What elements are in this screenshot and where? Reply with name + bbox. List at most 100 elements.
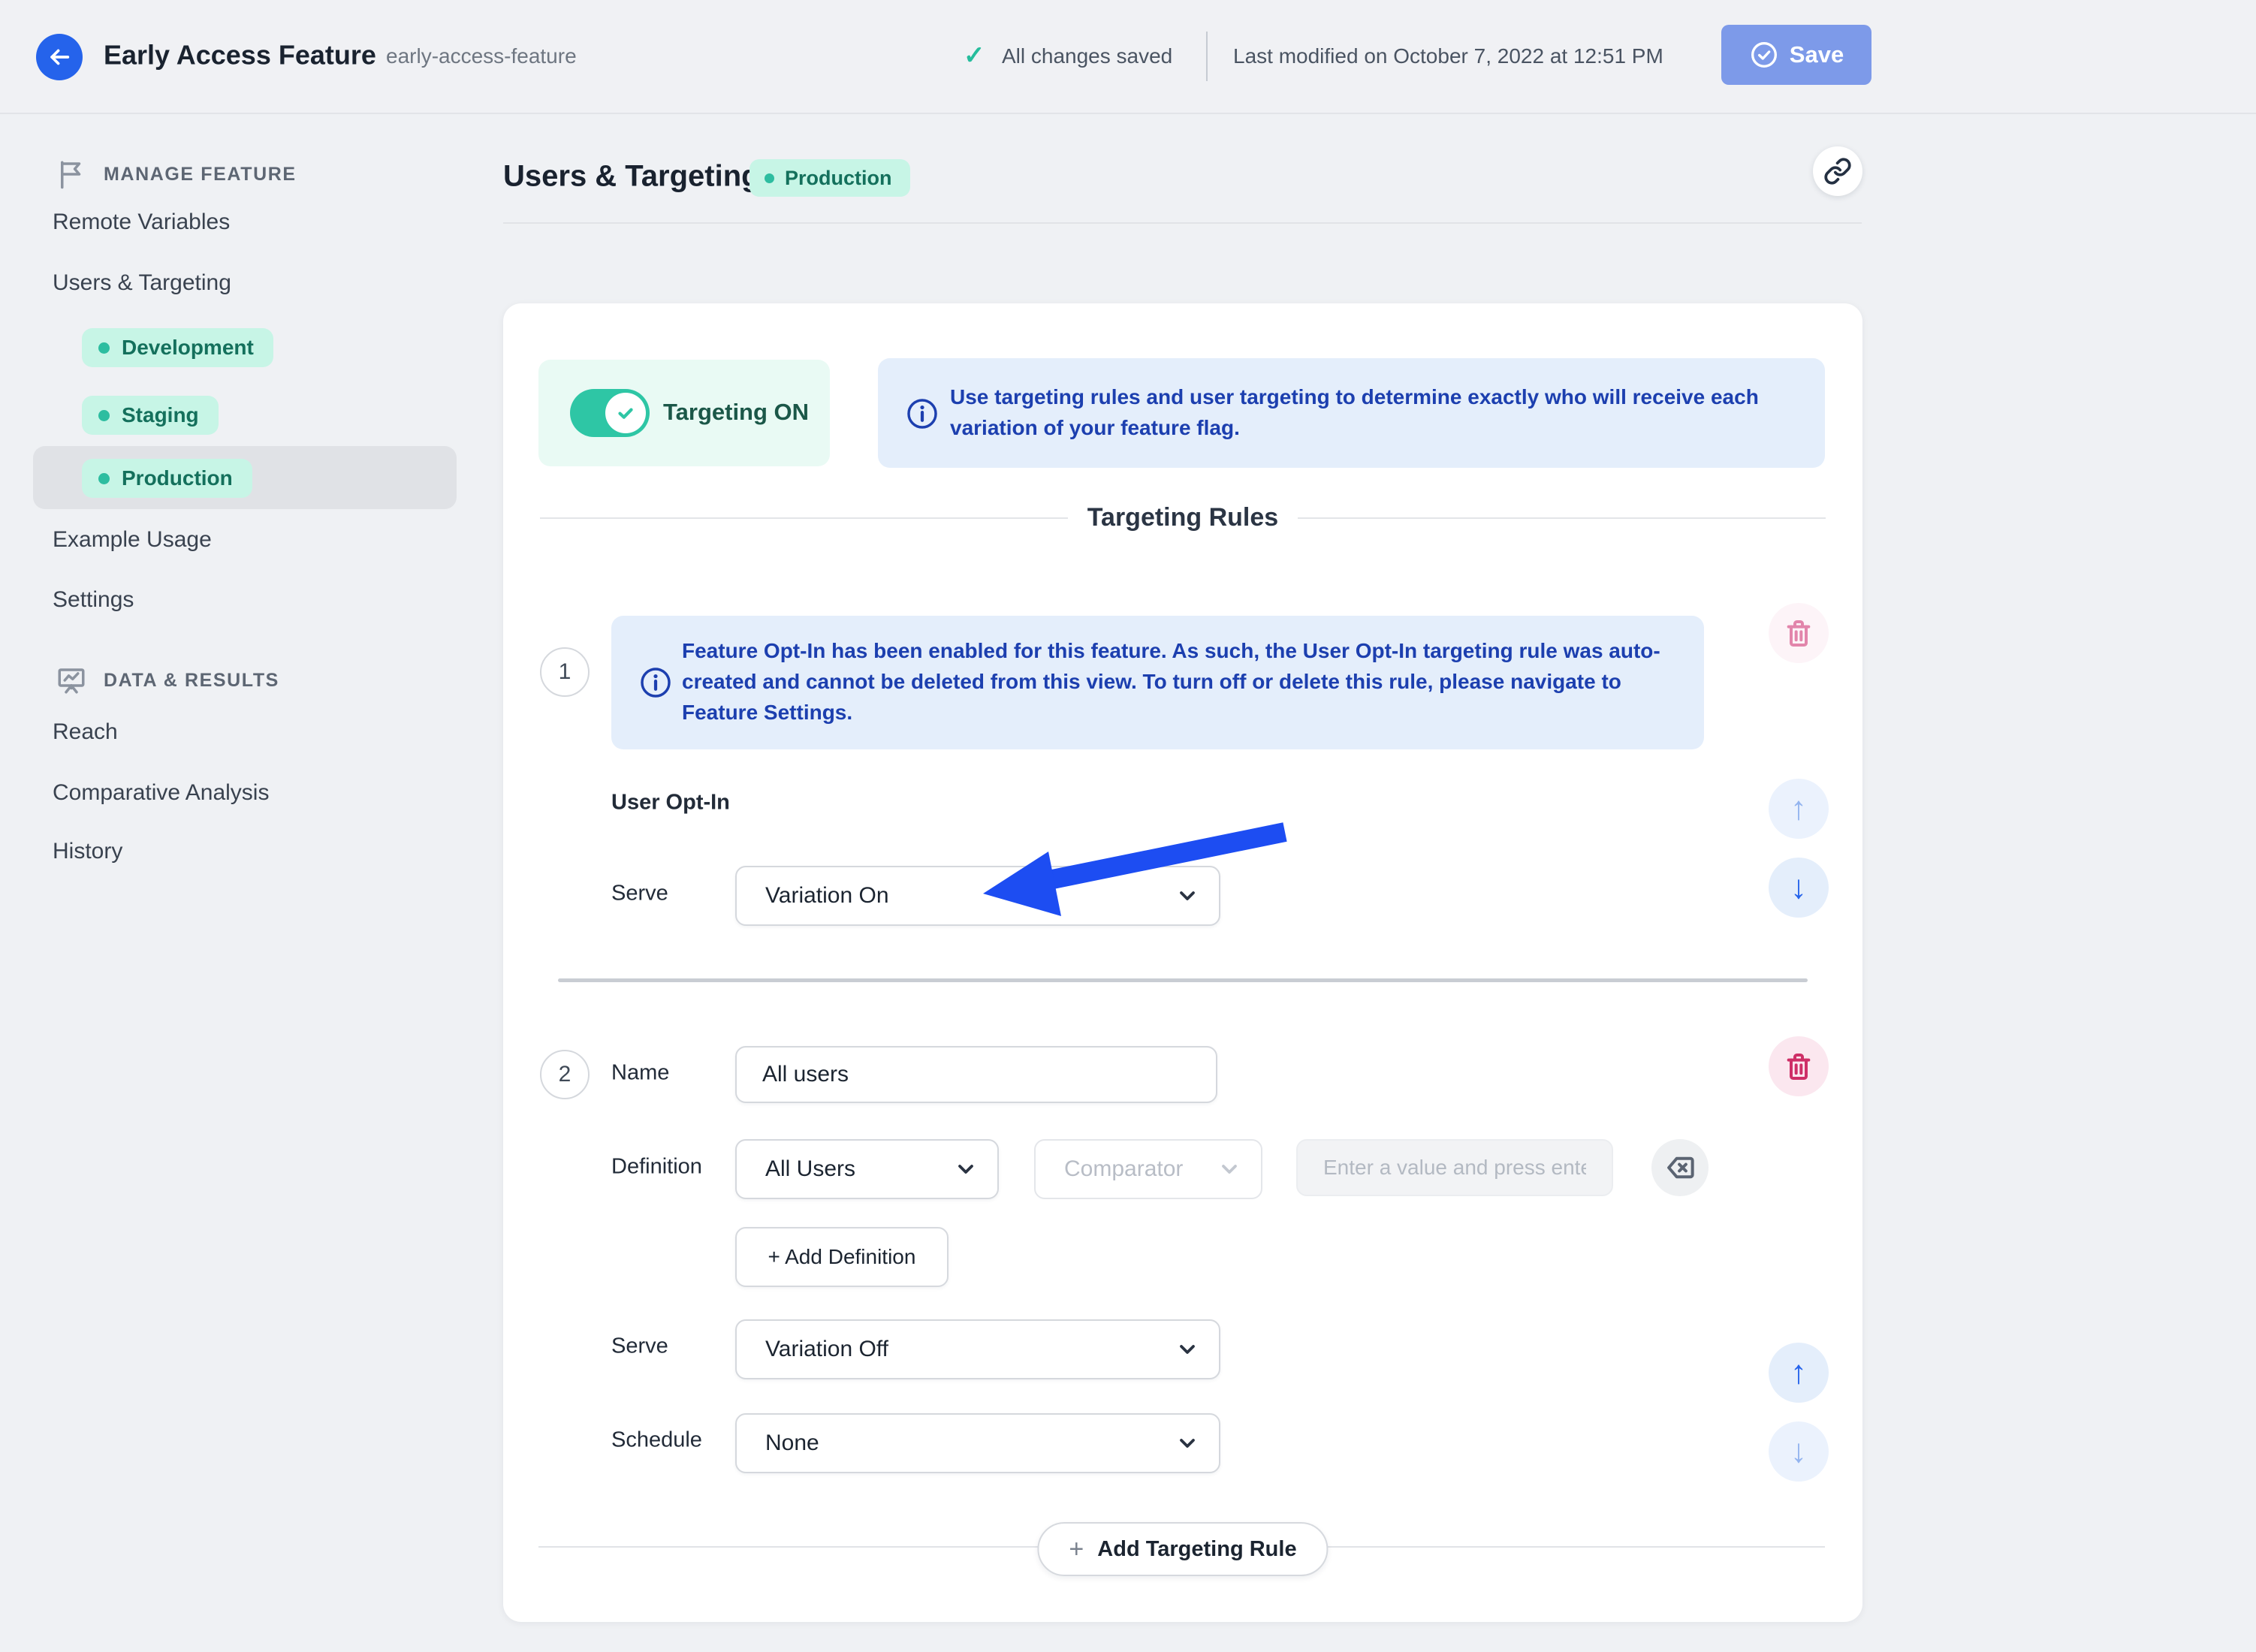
rule2-move-down-button[interactable]: ↓ [1769, 1421, 1829, 1482]
feature-title: Early Access Feature [104, 39, 376, 71]
save-label: Save [1789, 41, 1844, 68]
rule2-value-input [1296, 1139, 1613, 1196]
save-button[interactable]: Save [1721, 25, 1871, 85]
link-icon [1824, 158, 1851, 185]
rule2-clear-definition-button[interactable] [1651, 1139, 1709, 1196]
rule2-serve-value: Variation Off [765, 1337, 888, 1361]
chevron-down-icon [1217, 1157, 1241, 1181]
targeting-info-box: Use targeting rules and user targeting t… [878, 358, 1825, 468]
plus-icon: + [1069, 1534, 1084, 1563]
rule1-move-up-button[interactable]: ↑ [1769, 779, 1829, 839]
chevron-down-icon [1175, 1337, 1199, 1361]
rule1-info-text: Feature Opt-In has been enabled for this… [682, 639, 1660, 724]
rule2-definition-value: All Users [765, 1156, 856, 1181]
rule1-move-down-button[interactable]: ↓ [1769, 858, 1829, 918]
add-targeting-rule-button[interactable]: + Add Targeting Rule [1037, 1522, 1329, 1576]
rule2-name-label: Name [611, 1060, 670, 1085]
chevron-down-icon [1175, 1431, 1199, 1455]
environment-badge-label: Production [785, 166, 892, 189]
arrow-up-icon: ↑ [1790, 790, 1807, 827]
rules-heading-text: Targeting Rules [1087, 503, 1279, 532]
manage-feature-label: MANAGE FEATURE [104, 163, 297, 185]
targeting-rules-heading: Targeting Rules [540, 503, 1826, 532]
trash-icon [1787, 1054, 1811, 1080]
targeting-toggle-label: Targeting ON [663, 399, 810, 425]
rule2-comparator-placeholder: Comparator [1064, 1156, 1184, 1181]
sidebar-item-history[interactable]: History [53, 839, 122, 864]
env-dot-icon [98, 472, 110, 484]
rule2-serve-label: Serve [611, 1334, 668, 1358]
info-icon [907, 399, 937, 429]
env-dot-icon [98, 409, 110, 421]
page-title: Users & Targeting [503, 159, 760, 193]
saved-check-icon: ✓ [964, 41, 985, 71]
add-definition-button[interactable]: + Add Definition [735, 1227, 949, 1287]
env-staging-label: Staging [122, 403, 199, 427]
chevron-down-icon [1175, 884, 1199, 908]
rules-heading-line [1298, 517, 1826, 519]
rule2-schedule-value: None [765, 1430, 819, 1455]
rule1-serve-value: Variation On [765, 883, 889, 908]
arrow-down-icon: ↓ [1790, 1433, 1807, 1470]
data-results-section: DATA & RESULTS [56, 664, 279, 697]
rule2-definition-dropdown[interactable]: All Users [735, 1139, 999, 1199]
sidebar-item-users-targeting[interactable]: Users & Targeting [53, 270, 231, 296]
toggle-knob [605, 393, 646, 433]
feature-slug: early-access-feature [386, 44, 577, 68]
rule1-name: User Opt-In [611, 790, 730, 815]
rule2-name-input[interactable] [735, 1046, 1217, 1103]
rule1-info-box: Feature Opt-In has been enabled for this… [611, 616, 1704, 749]
rule2-comparator-dropdown: Comparator [1034, 1139, 1262, 1199]
sidebar-item-comparative-analysis[interactable]: Comparative Analysis [53, 780, 269, 806]
env-development-label: Development [122, 336, 254, 359]
data-results-label: DATA & RESULTS [104, 669, 279, 691]
rule2-move-up-button[interactable]: ↑ [1769, 1343, 1829, 1403]
sidebar-item-settings[interactable]: Settings [53, 587, 134, 613]
back-button[interactable] [36, 34, 83, 80]
environment-badge: Production [749, 159, 910, 197]
rule1-number-badge: 1 [540, 647, 590, 697]
trash-icon [1787, 620, 1811, 647]
add-targeting-rule-label: Add Targeting Rule [1097, 1536, 1297, 1561]
save-check-icon [1751, 42, 1777, 68]
manage-feature-section: MANAGE FEATURE [56, 158, 297, 191]
arrow-down-icon: ↓ [1790, 869, 1807, 906]
rule1-serve-label: Serve [611, 881, 668, 906]
rules-heading-line [540, 517, 1068, 519]
rule2-schedule-dropdown[interactable]: None [735, 1413, 1220, 1473]
header-divider [1206, 32, 1208, 81]
targeting-toggle-card: Targeting ON [538, 360, 830, 466]
chart-icon [58, 668, 85, 694]
flag-icon [61, 161, 81, 189]
heading-divider [503, 222, 1862, 224]
info-icon [641, 668, 671, 698]
env-dot-icon [765, 173, 774, 183]
toggle-check-icon [618, 408, 633, 419]
env-production-label: Production [122, 466, 233, 490]
sidebar-item-reach[interactable]: Reach [53, 719, 118, 745]
targeting-info-text: Use targeting rules and user targeting t… [950, 385, 1759, 439]
back-arrow-icon [50, 49, 70, 65]
sidebar-item-example-usage[interactable]: Example Usage [53, 527, 212, 553]
backspace-icon [1667, 1156, 1694, 1179]
rule2-definition-label: Definition [611, 1154, 702, 1179]
sidebar-item-remote-variables[interactable]: Remote Variables [53, 210, 230, 235]
rule2-delete-button[interactable] [1769, 1036, 1829, 1096]
rule1-serve-dropdown[interactable]: Variation On [735, 866, 1220, 926]
env-dot-icon [98, 342, 110, 354]
targeting-card: Targeting ON Use targeting rules and use… [503, 303, 1862, 1622]
saved-status: All changes saved [1002, 44, 1173, 68]
rule-divider [558, 978, 1808, 982]
last-modified-text: Last modified on October 7, 2022 at 12:5… [1233, 44, 1663, 68]
rule2-schedule-label: Schedule [611, 1427, 702, 1452]
top-header-bar: Early Access Feature early-access-featur… [0, 0, 2256, 114]
sidebar-env-production[interactable]: Production [82, 459, 252, 498]
rule2-serve-dropdown[interactable]: Variation Off [735, 1319, 1220, 1379]
chevron-down-icon [954, 1157, 978, 1181]
copy-link-button[interactable] [1813, 146, 1862, 196]
sidebar-env-development[interactable]: Development [82, 328, 273, 367]
sidebar-env-staging[interactable]: Staging [82, 396, 219, 435]
arrow-up-icon: ↑ [1790, 1354, 1807, 1391]
rule1-delete-button[interactable] [1769, 603, 1829, 663]
targeting-toggle[interactable] [570, 389, 650, 437]
